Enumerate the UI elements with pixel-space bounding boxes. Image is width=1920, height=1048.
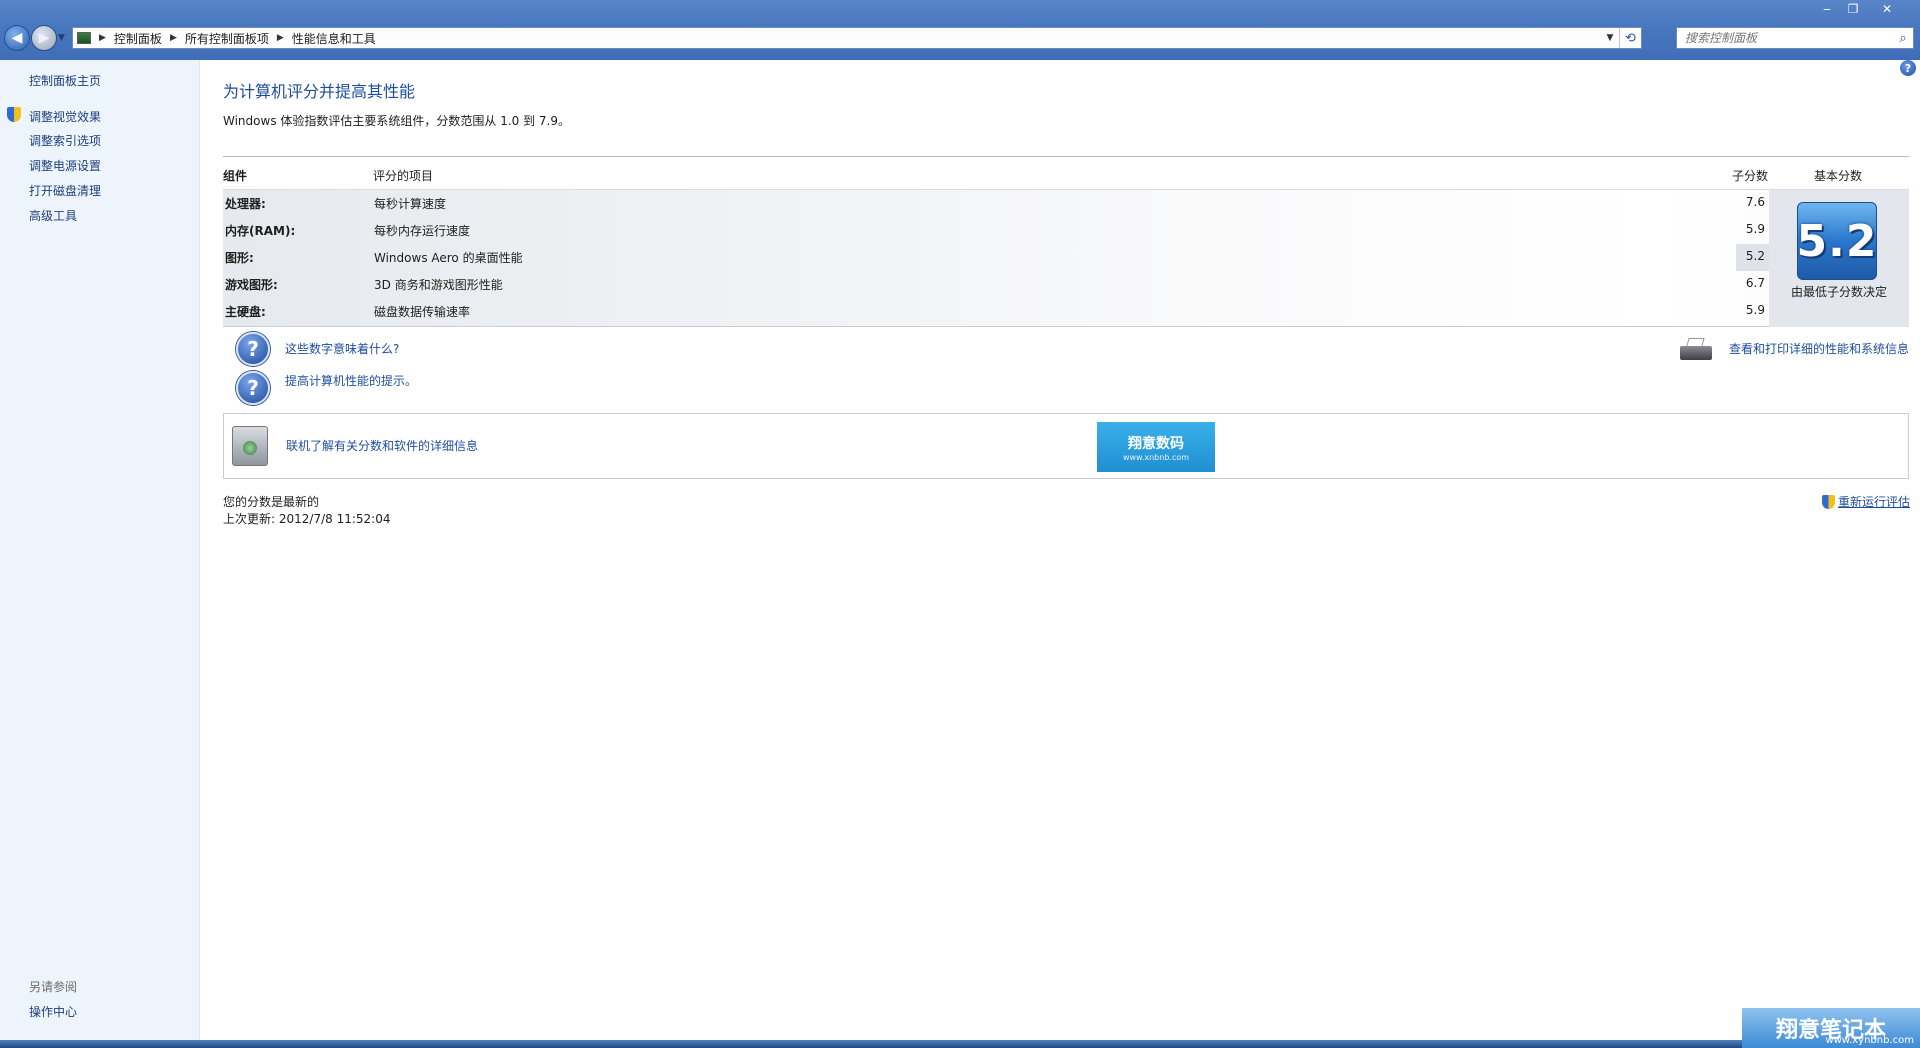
forward-button[interactable]: ▶ [31, 25, 57, 51]
page-title: 为计算机评分并提高其性能 [223, 82, 416, 101]
search-input[interactable] [1685, 31, 1893, 45]
nav-disk-cleanup[interactable]: 打开磁盘清理 [29, 182, 101, 199]
question-icon: ? [236, 332, 270, 366]
table-row: 图形: Windows Aero 的桌面性能 5.2 [223, 244, 1773, 271]
question-icon: ? [236, 371, 270, 405]
nav-action-center[interactable]: 操作中心 [29, 1003, 77, 1020]
software-info-icon [232, 426, 268, 466]
corner-watermark-url: www.xynbnb.com [1825, 1035, 1914, 1046]
left-nav-pane: 控制面板主页 调整视觉效果 调整索引选项 调整电源设置 打开磁盘清理 高级工具 … [0, 60, 200, 1040]
row-label: 图形: [225, 251, 254, 265]
base-score-badge: 5.2 [1797, 202, 1877, 280]
row-item: Windows Aero 的桌面性能 [374, 251, 523, 265]
rerun-assessment-link[interactable]: 重新运行评估 [1821, 493, 1910, 510]
breadcrumb-all-items[interactable]: 所有控制面板项 [185, 30, 269, 47]
online-info-box: 联机了解有关分数和软件的详细信息 翔意数码 www.xnbnb.com [223, 413, 1909, 479]
online-info-link[interactable]: 联机了解有关分数和软件的详细信息 [286, 437, 478, 454]
last-update: 上次更新: 2012/7/8 11:52:04 [223, 512, 391, 526]
table-row: 主硬盘: 磁盘数据传输速率 5.9 [223, 298, 1765, 325]
back-button[interactable]: ◀ [4, 25, 30, 51]
header-component: 组件 [223, 169, 248, 183]
page-description: Windows 体验指数评估主要系统组件，分数范围从 1.0 到 7.9。 [223, 114, 570, 128]
row-item: 每秒内存运行速度 [374, 224, 471, 238]
maximize-button[interactable]: ❐ [1840, 0, 1866, 17]
row-score: 5.9 [1745, 222, 1765, 236]
breadcrumb-separator-icon[interactable]: ▶ [99, 33, 106, 43]
watermark-url: www.xnbnb.com [1122, 452, 1190, 462]
minimize-button[interactable]: ‒ [1814, 0, 1840, 17]
table-header: 组件 评分的项目 子分数 基本分数 [223, 156, 1909, 190]
row-item: 3D 商务和游戏图形性能 [374, 278, 503, 292]
address-bar[interactable]: ▶ 控制面板 ▶ 所有控制面板项 ▶ 性能信息和工具 ▼ ⟲ [72, 27, 1642, 49]
taskbar [0, 1040, 1920, 1048]
shield-icon [7, 107, 21, 122]
nav-adjust-power[interactable]: 调整电源设置 [29, 157, 101, 174]
address-dropdown-icon[interactable]: ▼ [1601, 33, 1619, 43]
row-score: 7.6 [1745, 195, 1765, 209]
row-score: 5.2 [1745, 249, 1765, 263]
row-score: 5.9 [1745, 303, 1765, 317]
search-box[interactable]: ⌕ [1676, 27, 1914, 49]
row-label: 游戏图形: [225, 278, 278, 292]
window-controls: ‒ ❐ ✕ [1814, 0, 1908, 18]
search-icon[interactable]: ⌕ [1893, 31, 1913, 46]
row-item: 磁盘数据传输速率 [374, 305, 471, 319]
what-numbers-mean-link[interactable]: 这些数字意味着什么? [285, 340, 399, 357]
corner-watermark: 翔意笔记本 www.xynbnb.com [1742, 1008, 1920, 1048]
watermark-logo: 翔意数码 www.xnbnb.com [1097, 422, 1215, 472]
row-item: 每秒计算速度 [374, 197, 447, 211]
table-body: 处理器: 每秒计算速度 7.6 内存(RAM): 每秒内存运行速度 5.9 图形… [223, 190, 1909, 327]
header-rated-item: 评分的项目 [373, 169, 434, 183]
base-score-panel: 5.2 由最低子分数决定 [1769, 190, 1909, 327]
table-row: 处理器: 每秒计算速度 7.6 [223, 190, 1765, 217]
refresh-icon[interactable]: ⟲ [1619, 28, 1641, 48]
window-titlebar: ‒ ❐ ✕ ◀ ▶ ▼ ▶ 控制面板 ▶ 所有控制面板项 ▶ 性能信息和工具 ▼… [0, 0, 1920, 60]
row-label: 内存(RAM): [225, 224, 296, 238]
rerun-assessment-label: 重新运行评估 [1837, 495, 1910, 509]
printer-icon [1680, 338, 1712, 364]
score-status: 您的分数是最新的 [223, 495, 320, 509]
breadcrumb-control-panel[interactable]: 控制面板 [114, 30, 162, 47]
performance-tips-link[interactable]: 提高计算机性能的提示。 [285, 372, 417, 389]
table-row: 内存(RAM): 每秒内存运行速度 5.9 [223, 217, 1765, 244]
arrow-left-icon: ◀ [11, 30, 23, 46]
header-subscore: 子分数 [1732, 169, 1769, 183]
watermark-text: 翔意数码 [1128, 435, 1184, 452]
main-content: ? 为计算机评分并提高其性能 Windows 体验指数评估主要系统组件，分数范围… [200, 60, 1920, 1040]
close-button[interactable]: ✕ [1866, 0, 1908, 17]
breadcrumb-separator-icon[interactable]: ▶ [170, 33, 177, 43]
nav-advanced-tools[interactable]: 高级工具 [29, 207, 77, 224]
breadcrumb-performance[interactable]: 性能信息和工具 [292, 30, 376, 47]
control-panel-icon [77, 32, 91, 44]
breadcrumb-separator-icon[interactable]: ▶ [277, 33, 284, 43]
table-row: 游戏图形: 3D 商务和游戏图形性能 6.7 [223, 271, 1765, 298]
shield-icon [1821, 494, 1835, 509]
nav-control-panel-home[interactable]: 控制面板主页 [29, 72, 101, 89]
view-print-details-link[interactable]: 查看和打印详细的性能和系统信息 [1729, 340, 1909, 357]
help-icon[interactable]: ? [1900, 60, 1916, 76]
header-basescore: 基本分数 [1814, 169, 1863, 183]
row-label: 处理器: [225, 197, 266, 211]
recent-pages-dropdown[interactable]: ▼ [58, 33, 65, 43]
row-score: 6.7 [1745, 276, 1765, 290]
base-score-caption: 由最低子分数决定 [1790, 285, 1887, 299]
row-label: 主硬盘: [225, 305, 266, 319]
nav-adjust-visual-effects[interactable]: 调整视觉效果 [29, 108, 101, 125]
see-also-heading: 另请参阅 [29, 980, 78, 994]
nav-adjust-indexing[interactable]: 调整索引选项 [29, 132, 101, 149]
arrow-right-icon: ▶ [38, 30, 50, 46]
score-table: 组件 评分的项目 子分数 基本分数 处理器: 每秒计算速度 7.6 内存(RAM… [223, 156, 1909, 327]
